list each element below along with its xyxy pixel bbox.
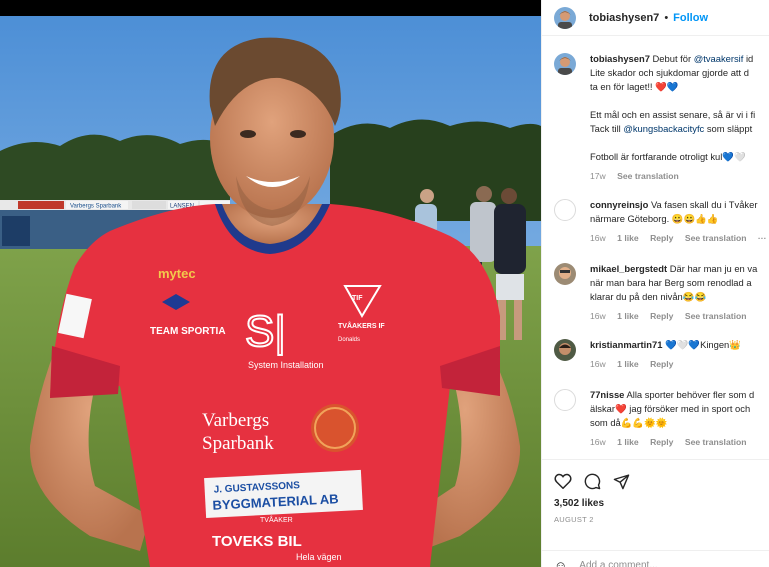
separator-dot: • [664, 11, 669, 24]
avatar-icon[interactable] [554, 263, 576, 285]
comment-likes[interactable]: 1 like [617, 437, 639, 447]
caption-body: tobiashysen7 Debut för @tvaakersif id Li… [590, 53, 756, 183]
svg-text:TVÅAKER: TVÅAKER [260, 515, 293, 524]
caption-meta: 17w See translation [590, 169, 755, 183]
comment-time[interactable]: 16w [590, 233, 606, 243]
jersey-toveks: TOVEKS BIL [212, 533, 302, 550]
comment-time[interactable]: 16w [590, 359, 606, 369]
svg-text:TIF: TIF [352, 295, 363, 302]
caption: tobiashysen7 Debut för @tvaakersif id Li… [554, 52, 769, 183]
avatar-icon[interactable] [554, 53, 576, 75]
add-comment-bar: ☺ [542, 550, 769, 567]
comment-item: kristianmartin71 💙🤍💙Kingen👑 16w 1 like R… [554, 338, 769, 371]
comment-time[interactable]: 16w [590, 311, 606, 321]
comment-username[interactable]: mikael_bergstedt [590, 263, 667, 274]
comment-item: connyreinsjo Va fasen skall du i Tvåker … [554, 198, 769, 245]
see-translation-link[interactable]: See translation [685, 233, 747, 243]
jersey-logo-si: S| [245, 307, 286, 356]
jersey-sponsor-sportia: TEAM SPORTIA [150, 326, 226, 337]
action-icons [542, 460, 769, 502]
emoji-icon[interactable]: ☺ [554, 558, 567, 567]
caption-username[interactable]: tobiashysen7 [590, 53, 650, 64]
reply-button[interactable]: Reply [650, 437, 673, 447]
reply-button[interactable]: Reply [650, 359, 673, 369]
avatar-icon[interactable] [554, 199, 576, 221]
more-options-icon[interactable]: ··· [758, 233, 767, 243]
caption-time[interactable]: 17w [590, 171, 606, 181]
avatar-icon[interactable] [554, 389, 576, 411]
add-comment-input[interactable] [579, 560, 740, 567]
jersey-bank-1: Varbergs [202, 410, 269, 431]
see-translation-link[interactable]: See translation [617, 171, 679, 181]
jersey-club-name: TVÅAKERS IF [338, 321, 385, 330]
reply-button[interactable]: Reply [650, 311, 673, 321]
heart-icon[interactable] [554, 473, 572, 489]
post-actions: 3,502 likes AUGUST 2 [542, 459, 769, 524]
comment-likes[interactable]: 1 like [617, 233, 639, 243]
post-date: AUGUST 2 [554, 515, 594, 524]
reply-button[interactable]: Reply [650, 233, 673, 243]
comment-username[interactable]: kristianmartin71 [590, 339, 662, 350]
comment-likes[interactable]: 1 like [617, 359, 639, 369]
comment-item: mikael_bergstedt Där har man ju en va nä… [554, 262, 769, 323]
post-photo[interactable]: Varbergs Sparbank LANSEN mytec TEAM SPOR… [0, 16, 541, 567]
comment-item: 77nisse Alla sporter behöver fler som d … [554, 388, 769, 449]
comment-body: 77nisse Alla sporter behöver fler som d … [590, 389, 755, 447]
comment-likes[interactable]: 1 like [617, 311, 639, 321]
like-count[interactable]: 3,502 likes [542, 498, 769, 509]
svg-text:Hela vägen: Hela vägen [296, 552, 342, 562]
svg-text:Donalds: Donalds [338, 337, 360, 343]
paper-plane-icon[interactable] [613, 473, 630, 490]
comment-body: connyreinsjo Va fasen skall du i Tvåker … [590, 199, 767, 243]
photo-illustration: Varbergs Sparbank LANSEN mytec TEAM SPOR… [0, 16, 541, 567]
comment-list[interactable]: tobiashysen7 Debut för @tvaakersif id Li… [542, 36, 769, 459]
post-header: tobiashysen7 • Follow [542, 0, 769, 36]
comment-time[interactable]: 16w [590, 437, 606, 447]
comment-body: mikael_bergstedt Där har man ju en va nä… [590, 263, 758, 321]
avatar-icon[interactable] [554, 339, 576, 361]
see-translation-link[interactable]: See translation [685, 437, 747, 447]
mention-link[interactable]: @kungsbackacityfc [623, 123, 704, 134]
post-author-username[interactable]: tobiashysen7 [589, 12, 659, 24]
post-side-panel: tobiashysen7 • Follow tobiashysen7 Debut… [541, 0, 769, 567]
comment-bubble-icon[interactable] [584, 473, 601, 490]
jersey-sponsor-system: System Installation [248, 360, 324, 370]
follow-button[interactable]: Follow [673, 12, 708, 24]
mention-link[interactable]: @tvaakersif [694, 53, 744, 64]
comment-username[interactable]: 77nisse [590, 389, 624, 400]
jersey-bank-2: Sparbank [202, 433, 274, 454]
avatar-icon[interactable] [554, 6, 576, 29]
svg-text:Varbergs Sparbank: Varbergs Sparbank [70, 204, 122, 210]
instagram-post-viewer: Varbergs Sparbank LANSEN mytec TEAM SPOR… [0, 0, 769, 567]
comment-username[interactable]: connyreinsjo [590, 199, 648, 210]
see-translation-link[interactable]: See translation [685, 311, 747, 321]
jersey-sponsor-mytec: mytec [158, 266, 196, 281]
comment-body: kristianmartin71 💙🤍💙Kingen👑 16w 1 like R… [590, 339, 741, 369]
